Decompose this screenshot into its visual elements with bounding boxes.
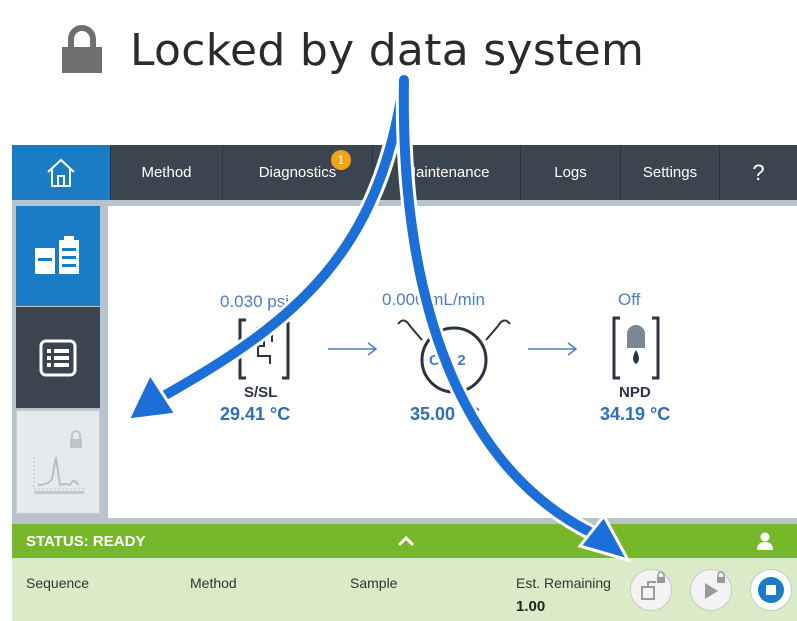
help-label: ? <box>752 159 765 185</box>
help-button[interactable]: ? <box>719 145 797 200</box>
home-button[interactable] <box>12 145 110 200</box>
method-label: Method <box>190 575 237 591</box>
top-navigation: Method Diagnostics 1 Maintenance Logs Se… <box>12 145 797 200</box>
caption-text: Locked by data system <box>130 24 645 76</box>
flow-arrow-icon <box>528 342 578 356</box>
sidebar-item-status[interactable] <box>16 206 100 306</box>
sidebar <box>12 206 104 518</box>
user-icon[interactable] <box>756 531 774 551</box>
sample-label: Sample <box>350 575 398 591</box>
locked-caption: Locked by data system <box>60 20 644 80</box>
detector-temp: 34.19 °C <box>600 404 671 424</box>
start-button[interactable] <box>690 569 732 611</box>
chevron-up-icon[interactable] <box>396 534 416 548</box>
tab-diagnostics-label: Diagnostics <box>258 164 337 181</box>
inlet-temp: 29.41 °C <box>220 404 291 424</box>
stop-icon <box>758 577 784 603</box>
tab-settings-label: Settings <box>642 164 698 181</box>
column-name: Col 2 <box>429 352 466 369</box>
column-temp: 35.00 °C <box>410 404 481 424</box>
tab-logs[interactable]: Logs <box>520 145 620 200</box>
detector-name: NPD <box>619 384 651 401</box>
lock-icon <box>60 25 104 75</box>
load-locked-icon <box>641 571 665 600</box>
instrument-status-icon <box>35 236 79 274</box>
status-bar: STATUS: READY <box>12 524 797 558</box>
column-setpoint: 0.000 mL/min <box>382 290 485 309</box>
tab-maintenance-label: Maintenance <box>403 164 490 181</box>
flow-panel: 0.030 psi S/SL 29.41 °C 0.000 mL/min Col… <box>108 206 797 518</box>
sidebar-item-chromatogram[interactable] <box>16 410 100 514</box>
stop-button[interactable] <box>750 569 792 611</box>
info-bar: Sequence Method Sample Est. Remaining 1.… <box>12 558 797 621</box>
notification-badge: 1 <box>331 150 351 170</box>
instrument-ui: Method Diagnostics 1 Maintenance Logs Se… <box>12 145 797 621</box>
sidebar-item-list[interactable] <box>16 307 100 408</box>
inlet-setpoint: 0.030 psi <box>220 292 289 311</box>
detector-setpoint: Off <box>618 290 641 309</box>
sequence-label: Sequence <box>26 575 90 591</box>
tab-maintenance[interactable]: Maintenance <box>372 145 520 200</box>
inlet-name: S/SL <box>244 384 278 401</box>
status-label: STATUS: READY <box>26 533 146 550</box>
tab-method-label: Method <box>141 164 192 181</box>
est-remaining-value: 1.00 <box>516 598 546 615</box>
flow-arrow-icon <box>328 342 378 356</box>
load-method-button[interactable] <box>630 569 672 611</box>
est-remaining-label: Est. Remaining <box>516 575 611 591</box>
tab-settings[interactable]: Settings <box>620 145 719 200</box>
tab-diagnostics[interactable]: Diagnostics 1 <box>222 145 372 200</box>
detector-icon <box>612 316 660 380</box>
list-icon <box>39 339 77 376</box>
home-icon <box>47 158 75 187</box>
tab-logs-label: Logs <box>554 164 587 181</box>
inlet-icon <box>238 318 290 380</box>
chromatogram-icon <box>33 430 84 494</box>
play-locked-icon <box>705 571 725 599</box>
tab-method[interactable]: Method <box>110 145 222 200</box>
